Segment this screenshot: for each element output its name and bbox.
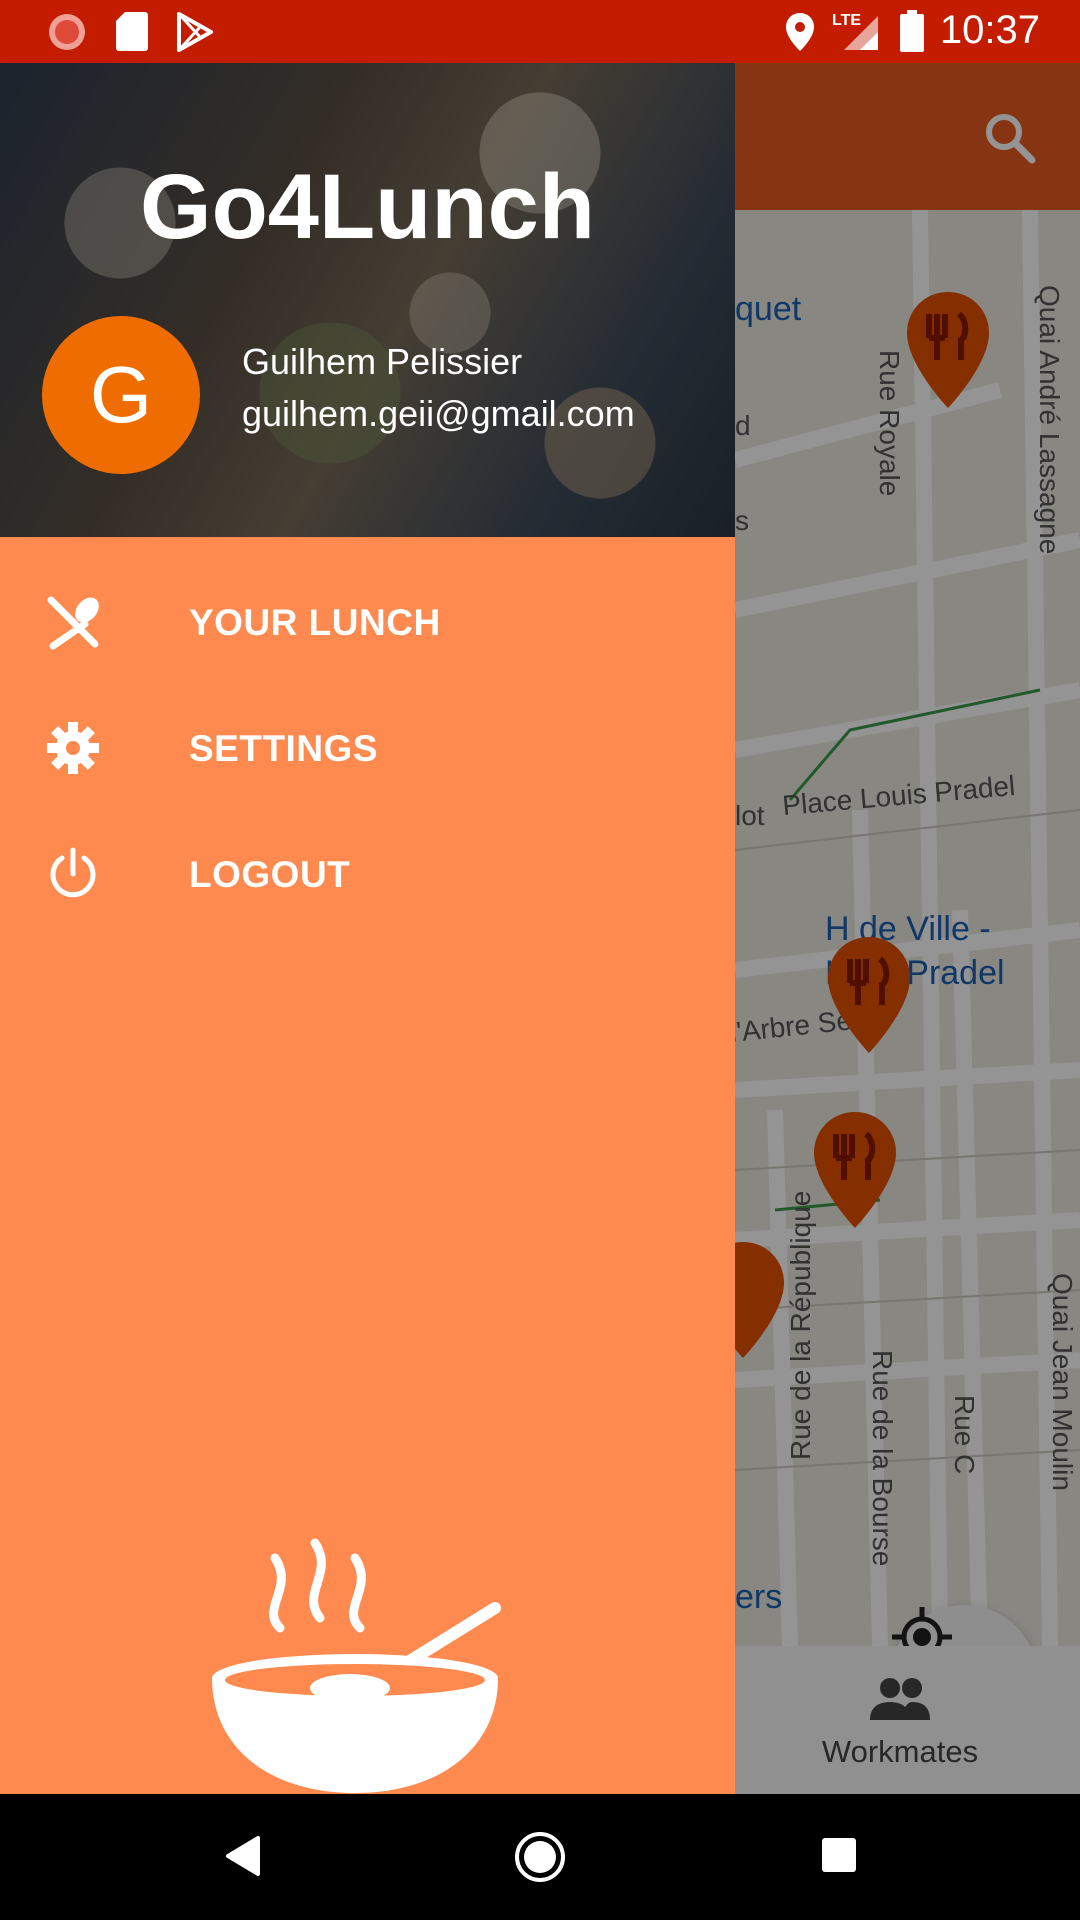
user-email: guilhem.geii@gmail.com [242,393,635,434]
back-icon[interactable] [222,1834,262,1878]
play-store-icon [177,12,213,52]
app-notification-icon [49,14,85,50]
location-icon [786,13,814,51]
menu-item-settings[interactable]: SETTINGS [0,692,735,802]
menu-item-logout[interactable]: LOGOUT [0,818,735,928]
menu-item-your-lunch[interactable]: YOUR LUNCH [0,566,735,676]
home-icon[interactable] [513,1830,567,1884]
fork-spoon-icon [47,596,99,650]
battery-icon [900,10,924,52]
avatar: G [42,316,200,474]
sd-card-icon [116,12,148,51]
app-title: Go4Lunch [140,156,595,258]
drawer-header: Go4Lunch G Guilhem Pelissier guilhem.gei… [0,63,735,537]
menu-label: YOUR LUNCH [189,602,441,643]
status-bar: LTE 10:37 [0,0,1080,63]
soup-bowl-icon [212,1538,501,1793]
user-name: Guilhem Pelissier [242,341,523,382]
power-icon [50,847,96,898]
signal-icon [844,16,878,50]
navigation-drawer: Go4Lunch G Guilhem Pelissier guilhem.gei… [0,63,735,1794]
menu-label: LOGOUT [189,854,351,895]
gear-icon [47,722,99,774]
menu-label: SETTINGS [189,728,379,769]
recents-icon[interactable] [820,1836,858,1874]
system-navigation-bar [0,1794,1080,1920]
clock: 10:37 [939,8,1040,52]
